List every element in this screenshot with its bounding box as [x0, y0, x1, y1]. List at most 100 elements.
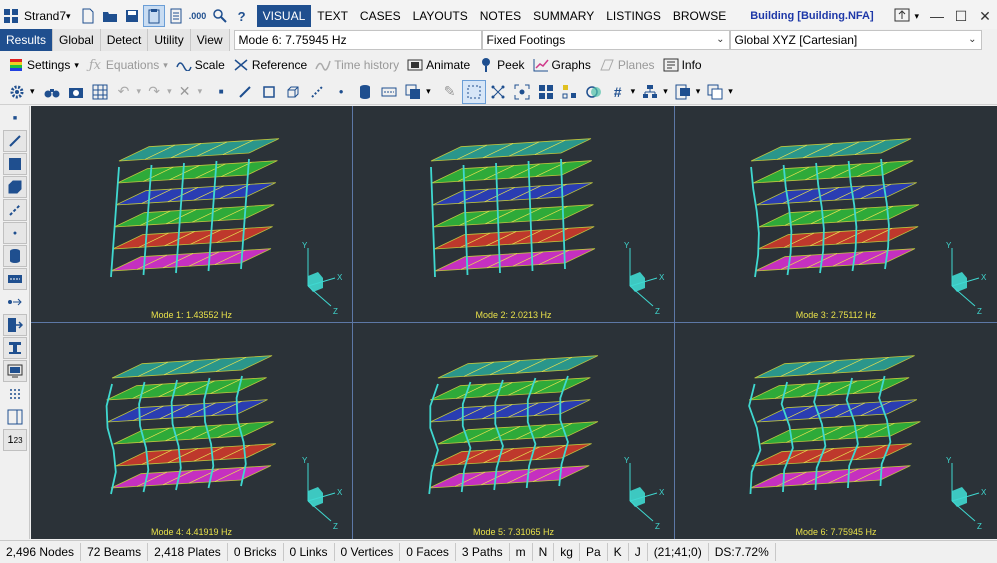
app-logo-icon[interactable]: [1, 6, 21, 26]
plate-icon[interactable]: [258, 81, 280, 103]
chevron-down-icon[interactable]: ▾: [198, 86, 203, 97]
unit-energy[interactable]: J: [629, 543, 648, 561]
panel-split-icon[interactable]: [3, 406, 27, 428]
mode-pane-4[interactable]: Y X Z Mode 4: 4.41919 Hz: [31, 323, 353, 539]
brick-icon[interactable]: [3, 176, 27, 198]
node-icon[interactable]: ■: [3, 107, 27, 129]
duplicate-window-icon[interactable]: [704, 81, 726, 103]
delete-icon[interactable]: ✕: [174, 81, 196, 103]
freedom-case-select[interactable]: Fixed Footings ⌄: [481, 30, 730, 50]
save-icon[interactable]: [122, 6, 142, 26]
tab-browse[interactable]: BROWSE: [667, 5, 732, 27]
chevron-down-icon[interactable]: ▾: [426, 86, 431, 97]
unit-length[interactable]: m: [510, 543, 533, 561]
pen-icon[interactable]: ✎: [439, 81, 461, 103]
export-icon[interactable]: [3, 314, 27, 336]
planes-button[interactable]: Planes: [599, 54, 655, 76]
info-button[interactable]: Info: [663, 54, 702, 76]
chevron-down-icon[interactable]: ▾: [167, 86, 172, 97]
time-history-button[interactable]: Time history: [315, 54, 399, 76]
unit-mass[interactable]: kg: [554, 543, 580, 561]
app-menu-button[interactable]: Strand7: [24, 9, 66, 23]
arrow-link-icon[interactable]: [3, 291, 27, 313]
chevron-down-icon[interactable]: ▾: [696, 86, 701, 97]
document-icon[interactable]: [166, 6, 186, 26]
hash-grid-icon[interactable]: #: [607, 81, 629, 103]
vertex-icon[interactable]: ●: [330, 81, 352, 103]
maximize-icon[interactable]: ☐: [949, 8, 973, 25]
dot-grid-icon[interactable]: [3, 383, 27, 405]
copy-view-icon[interactable]: [402, 81, 424, 103]
reference-button[interactable]: Reference: [233, 54, 307, 76]
subtab-view[interactable]: View: [190, 29, 230, 51]
redo-icon[interactable]: ↷: [143, 81, 165, 103]
cylinder-icon[interactable]: [354, 81, 376, 103]
chevron-down-icon[interactable]: ▾: [631, 86, 636, 97]
tab-cases[interactable]: CASES: [354, 5, 407, 27]
open-folder-icon[interactable]: [100, 6, 120, 26]
unit-temperature[interactable]: K: [608, 543, 629, 561]
mode-pane-2[interactable]: Y X Z Mode 2: 2.0213 Hz: [353, 106, 675, 323]
unit-stress[interactable]: Pa: [580, 543, 608, 561]
binoculars-icon[interactable]: [41, 81, 63, 103]
beam-icon[interactable]: [3, 130, 27, 152]
vertex-icon[interactable]: ●: [3, 222, 27, 244]
group-icon[interactable]: [559, 81, 581, 103]
gear-icon[interactable]: [6, 81, 28, 103]
grid-select-icon[interactable]: [89, 81, 111, 103]
numbering-icon[interactable]: 123: [3, 429, 27, 451]
chevron-down-icon[interactable]: ▾: [30, 86, 35, 97]
link-icon[interactable]: [3, 199, 27, 221]
scale-button[interactable]: Scale: [176, 54, 225, 76]
chevron-down-icon[interactable]: ▾: [66, 11, 71, 22]
new-file-icon[interactable]: [78, 6, 98, 26]
subtab-detect[interactable]: Detect: [100, 29, 149, 51]
mode-pane-5[interactable]: Y X Z Mode 5: 7.31065 Hz: [353, 323, 675, 539]
chevron-down-icon[interactable]: ▾: [728, 86, 733, 97]
minimize-icon[interactable]: —: [925, 8, 949, 24]
peek-button[interactable]: Peek: [478, 54, 525, 76]
beam-section-icon[interactable]: [3, 337, 27, 359]
subtab-global[interactable]: Global: [53, 29, 101, 51]
focus-icon[interactable]: [511, 81, 533, 103]
tab-visual[interactable]: VISUAL: [256, 5, 312, 27]
path-icon[interactable]: [378, 81, 400, 103]
help-icon[interactable]: ?: [232, 6, 252, 26]
unit-force[interactable]: N: [533, 543, 555, 561]
link-icon[interactable]: [306, 81, 328, 103]
graphs-button[interactable]: Graphs: [533, 54, 591, 76]
close-icon[interactable]: ✕: [973, 8, 997, 25]
tab-text[interactable]: TEXT: [311, 5, 354, 27]
hierarchy-icon[interactable]: [639, 81, 661, 103]
mode-pane-1[interactable]: Y X Z Mode 1: 1.43552 Hz: [31, 106, 353, 323]
tab-notes[interactable]: NOTES: [474, 5, 527, 27]
beam-icon[interactable]: [234, 81, 256, 103]
coordinate-system-select[interactable]: Global XYZ [Cartesian] ⌄: [729, 30, 982, 50]
overlap-icon[interactable]: [583, 81, 605, 103]
number-format-icon[interactable]: .000: [188, 6, 208, 26]
path-icon[interactable]: [3, 268, 27, 290]
node-icon[interactable]: ■: [210, 81, 232, 103]
undo-icon[interactable]: ↶: [113, 81, 135, 103]
equations-button[interactable]: ƒx Equations ▾: [87, 54, 168, 76]
plate-icon[interactable]: [3, 153, 27, 175]
mode-pane-3[interactable]: Y X Z Mode 3: 2.75112 Hz: [675, 106, 997, 323]
inspect-icon[interactable]: [210, 6, 230, 26]
animate-button[interactable]: Animate: [407, 54, 470, 76]
stack-icon[interactable]: [672, 81, 694, 103]
subtab-results[interactable]: Results: [0, 29, 54, 51]
screen-capture-icon[interactable]: [3, 360, 27, 382]
mode-pane-6[interactable]: Y X Z Mode 6: 7.75945 Hz: [675, 323, 997, 539]
viewport[interactable]: Y X Z Mode 1: 1.43552 Hz Y X Z Mode 2: 2.0213 …: [31, 106, 997, 539]
mode-select[interactable]: Mode 6: 7.75945 Hz: [233, 30, 482, 50]
selection-box-icon[interactable]: [461, 79, 486, 104]
cylinder-icon[interactable]: [3, 245, 27, 267]
brick-icon[interactable]: [282, 81, 304, 103]
chevron-down-icon[interactable]: ▾: [663, 86, 668, 97]
chevron-down-icon[interactable]: ▾: [137, 86, 142, 97]
camera-icon[interactable]: [65, 81, 87, 103]
node-grid-icon[interactable]: [487, 81, 509, 103]
clipboard-icon[interactable]: [142, 5, 165, 27]
chevron-down-icon[interactable]: ▾: [914, 11, 919, 22]
restore-layout-icon[interactable]: [890, 8, 914, 25]
